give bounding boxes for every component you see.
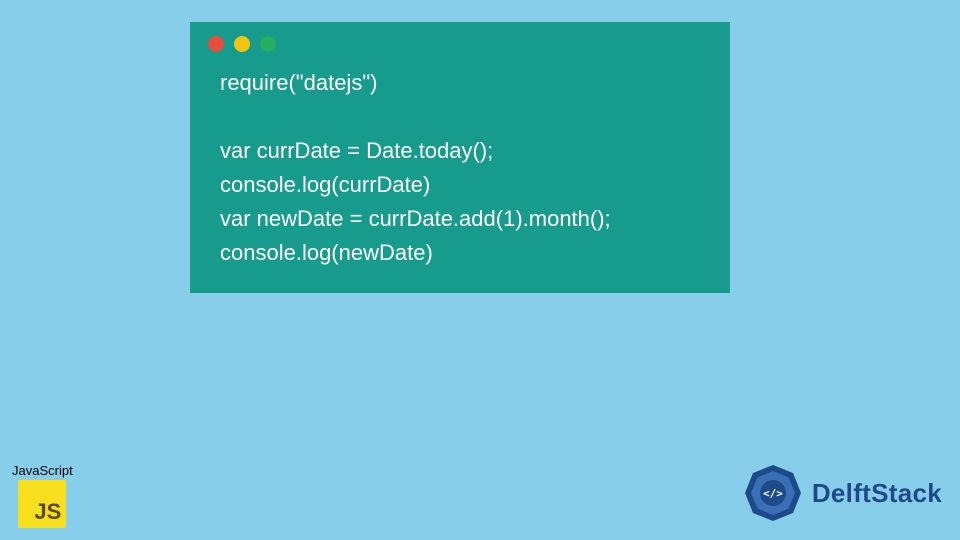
minimize-icon: [234, 36, 250, 52]
delftstack-logo-icon: </>: [744, 464, 802, 522]
code-line: require("datejs"): [220, 70, 377, 95]
code-line: console.log(newDate): [220, 240, 433, 265]
code-line: console.log(currDate): [220, 172, 430, 197]
javascript-logo-text: JS: [34, 499, 61, 525]
delftstack-glyph: </>: [763, 487, 783, 500]
javascript-label: JavaScript: [12, 463, 73, 478]
javascript-logo-icon: JS: [18, 480, 66, 528]
code-window: require("datejs") var currDate = Date.to…: [190, 22, 730, 293]
delftstack-name: DelftStack: [812, 478, 942, 509]
maximize-icon: [260, 36, 276, 52]
code-line: var newDate = currDate.add(1).month();: [220, 206, 611, 231]
code-line: var currDate = Date.today();: [220, 138, 493, 163]
delftstack-brand: </> DelftStack: [744, 464, 942, 522]
code-block: require("datejs") var currDate = Date.to…: [190, 60, 730, 271]
javascript-badge: JavaScript JS: [12, 463, 73, 528]
close-icon: [208, 36, 224, 52]
window-titlebar: [190, 22, 730, 60]
